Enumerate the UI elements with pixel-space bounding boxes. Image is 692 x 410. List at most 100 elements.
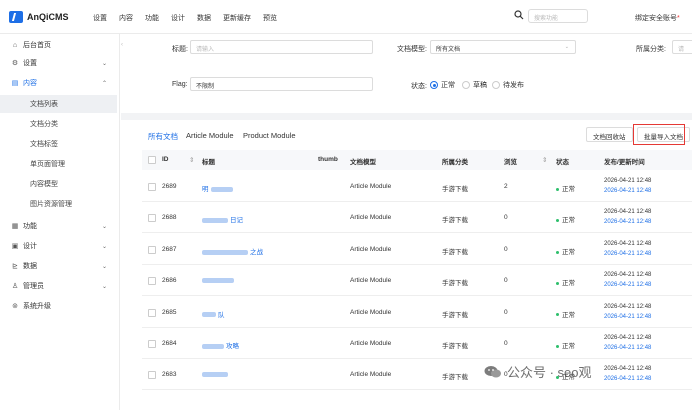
table-row[interactable]: 2688 日记 Article Module 手游下载 0 正常 2026-04-21 12…	[142, 203, 692, 234]
table-row[interactable]: 2683 Article Module 手游下载 0 正常 2026-04-21 12:4…	[142, 360, 692, 391]
row-model: Article Module	[350, 308, 392, 316]
row-checkbox[interactable]	[148, 214, 156, 223]
sidebar-subitem-document-tags[interactable]: 文档标签	[0, 135, 120, 153]
row-title-link[interactable]: 明	[202, 183, 233, 193]
status-radio-draft[interactable]: 草稿	[462, 80, 487, 90]
search-input[interactable]: 搜索功能	[528, 9, 588, 23]
topnav-item-settings[interactable]: 设置	[93, 13, 107, 23]
sidebar-subitem-content-models[interactable]: 内容模型	[0, 175, 120, 193]
sidebar-item-admin[interactable]: ♙ 管理员 ⌄	[0, 277, 120, 295]
sidebar-subitem-document-category[interactable]: 文档分类	[0, 115, 120, 133]
sidebar-item-content[interactable]: ▤ 内容 ⌃	[0, 74, 120, 92]
row-checkbox[interactable]	[148, 371, 156, 380]
col-time: 发布/更新时间	[604, 159, 645, 166]
row-status: 正常	[556, 277, 575, 287]
topnav-item-design[interactable]: 设计	[171, 13, 185, 23]
home-icon: ⌂	[12, 41, 18, 49]
select-all-checkbox[interactable]	[148, 156, 156, 164]
model-filter-value: 所有文档	[436, 47, 461, 53]
col-thumb: thumb	[318, 156, 338, 163]
sidebar-item-system-upgrade[interactable]: ⊚ 系统升级	[0, 297, 120, 315]
row-checkbox[interactable]	[148, 277, 156, 286]
col-views: 浏览	[504, 159, 517, 166]
radio-unchecked-icon	[492, 81, 500, 89]
chevron-up-icon: ⌃	[101, 80, 107, 87]
required-marker: *	[677, 15, 680, 22]
row-title-text: 攻略	[226, 343, 239, 350]
search-icon[interactable]	[514, 10, 524, 20]
radio-unchecked-icon	[462, 81, 470, 89]
sidebar-item-label: 系统升级	[23, 303, 51, 310]
tab-product-module[interactable]: Product Module	[243, 131, 296, 140]
title-filter-input[interactable]: 请输入	[190, 40, 373, 54]
table-row[interactable]: 2689 明 Article Module 手游下载 2 正常 2026-04-21 12:…	[142, 172, 692, 202]
row-checkbox[interactable]	[148, 245, 156, 254]
row-checkbox[interactable]	[148, 183, 156, 191]
sidebar-item-data[interactable]: ⊵ 数据 ⌄	[0, 257, 120, 275]
row-published-time: 2026-04-21 12:48	[604, 303, 652, 310]
model-filter-select[interactable]: 所有文档 ⌄	[430, 40, 576, 54]
topnav-item-preview[interactable]: 预览	[263, 13, 277, 23]
section-divider	[121, 113, 692, 120]
row-title-link[interactable]: 日记	[202, 214, 243, 224]
status-radio-normal[interactable]: 正常	[430, 80, 455, 90]
bind-security-account-link[interactable]: 绑定安全账号*	[635, 13, 680, 23]
sidebar-subitem-single-pages[interactable]: 单页面管理	[0, 155, 120, 173]
logo[interactable]: AnQiCMS	[9, 11, 69, 23]
tab-all-documents[interactable]: 所有文档	[148, 131, 178, 142]
row-model: Article Module	[350, 371, 392, 379]
sidebar-item-label: 管理员	[23, 283, 44, 290]
model-filter-label: 文档模型:	[397, 46, 427, 53]
chart-icon: ⊵	[12, 263, 18, 270]
sidebar-item-label: 设置	[23, 60, 37, 67]
row-category: 手游下载	[442, 217, 468, 225]
row-status-label: 正常	[562, 343, 575, 350]
row-title-text: 之战	[250, 248, 263, 256]
table-header: ID ⇕ 标题 thumb 文档模型 所属分类 浏览 ⇕ 状态 发布/更新时间	[142, 150, 692, 170]
row-title-link[interactable]	[202, 371, 230, 378]
row-title-link[interactable]	[202, 277, 236, 284]
redacted-title	[202, 343, 224, 349]
row-views: 0	[504, 214, 508, 222]
table-row[interactable]: 2685 队 Article Module 手游下载 0 正常 2026-04-21 12:…	[142, 298, 692, 328]
sidebar-subitem-document-list[interactable]: 文档列表	[0, 95, 117, 113]
top-nav: 设置 内容 功能 设计 数据 更新缓存 预览	[93, 13, 289, 23]
anqicms-logo-icon	[9, 11, 23, 23]
flag-filter-select[interactable]: 不限制	[190, 77, 373, 91]
sidebar-item-dashboard[interactable]: ⌂ 后台首页	[0, 36, 120, 54]
row-model: Article Module	[350, 214, 392, 222]
row-checkbox[interactable]	[148, 308, 156, 317]
watermark-text: 公众号 · seo观	[507, 365, 592, 380]
row-status: 正常	[556, 246, 575, 256]
design-icon: ▣	[11, 243, 19, 250]
row-published-time: 2026-04-21 12:48	[604, 209, 652, 216]
topnav-item-update-cache[interactable]: 更新缓存	[223, 13, 251, 23]
row-checkbox[interactable]	[148, 340, 156, 348]
row-category: 手游下载	[442, 374, 468, 382]
row-title-link[interactable]: 队	[202, 309, 225, 319]
topnav-item-functions[interactable]: 功能	[145, 13, 159, 23]
status-radio-pending[interactable]: 待发布	[492, 80, 524, 90]
row-published-time: 2026-04-21 12:48	[604, 240, 652, 247]
sidebar-item-design[interactable]: ▣ 设计 ⌄	[0, 237, 120, 255]
table-row[interactable]: 2686 Article Module 手游下载 0 正常 2026-04-21 12:4…	[142, 266, 692, 297]
collapse-sidebar-icon[interactable]: ‹	[121, 42, 123, 48]
sidebar-item-label: 内容	[23, 80, 37, 87]
table-row[interactable]: 2687 之战 Article Module 手游下载 0 正常 2026-04-21 12…	[142, 235, 692, 265]
sort-icon[interactable]: ⇕	[189, 156, 194, 164]
recycle-bin-button[interactable]: 文档回收站	[586, 127, 633, 142]
sidebar-item-settings[interactable]: ⚙ 设置 ⌄	[0, 54, 120, 72]
row-title-link[interactable]: 之战	[202, 246, 263, 256]
table-row[interactable]: 2684 攻略 Article Module 手游下载 0 正常 2026-04-21 12…	[142, 329, 692, 359]
sidebar-subitem-image-resources[interactable]: 图片资源管理	[0, 195, 120, 213]
row-model: Article Module	[350, 277, 392, 285]
sidebar-item-functions[interactable]: ▦ 功能 ⌄	[0, 217, 120, 235]
row-published-time: 2026-04-21 12:48	[604, 178, 652, 184]
row-views: 2	[504, 183, 508, 190]
topnav-item-content[interactable]: 内容	[119, 13, 133, 23]
tab-article-module[interactable]: Article Module	[186, 131, 234, 140]
topnav-item-data[interactable]: 数据	[197, 13, 211, 23]
row-title-link[interactable]: 攻略	[202, 340, 239, 350]
sort-icon[interactable]: ⇕	[542, 156, 547, 164]
category-filter-select[interactable]: 请	[672, 40, 692, 54]
